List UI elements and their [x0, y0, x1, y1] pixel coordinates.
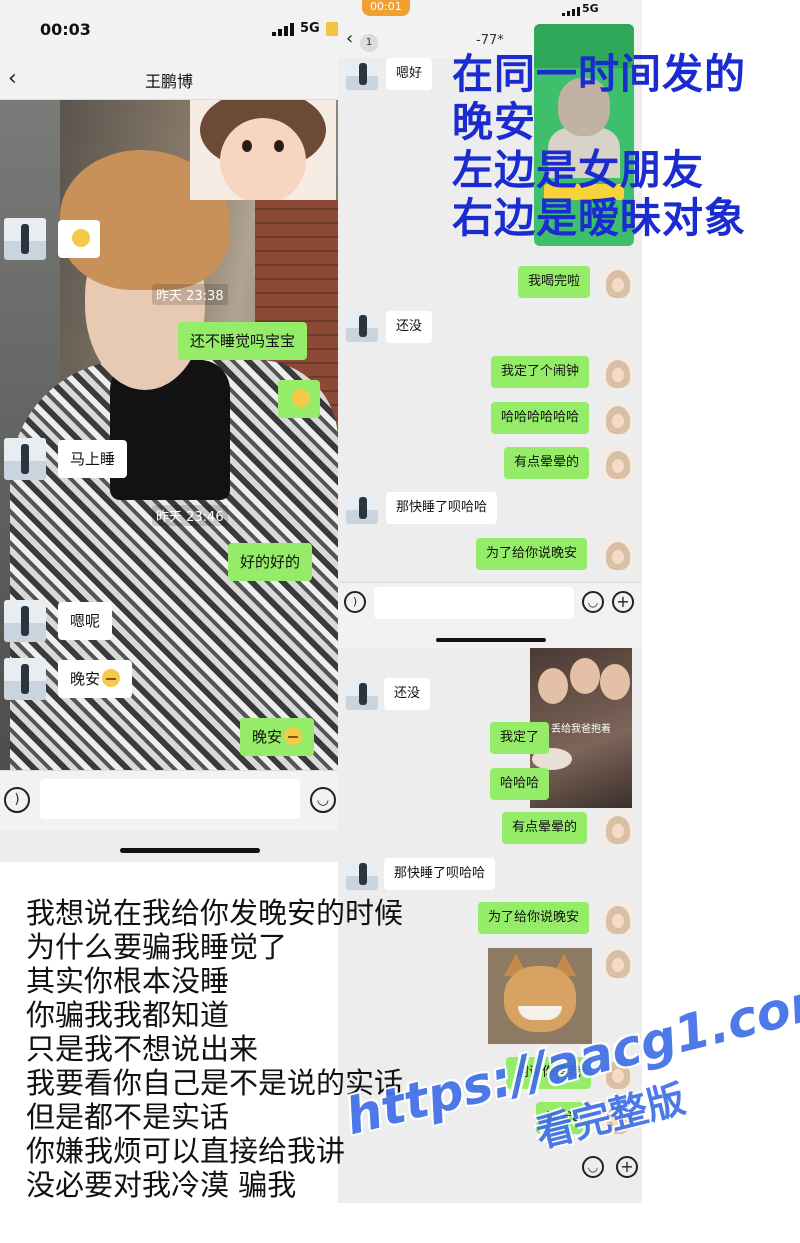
chat-header: ‹ 王鹏博: [0, 58, 338, 100]
user-avatar[interactable]: [602, 538, 634, 570]
message-bubble-sent[interactable]: 有点晕晕的: [504, 447, 590, 479]
network-label: 5G: [300, 21, 320, 36]
more-options-plus-icon[interactable]: +: [612, 591, 634, 613]
sleepy-emoji-icon: [102, 668, 121, 687]
contact-avatar[interactable]: [346, 58, 378, 90]
contact-avatar[interactable]: [4, 218, 46, 260]
contact-avatar[interactable]: [346, 858, 378, 890]
message-bubble-received[interactable]: 还没: [386, 311, 433, 343]
left-chat-screenshot: 00:03 5G ‹ 王鹏博 昨天 23:38 还不睡觉吗宝宝 马上睡 昨天 2…: [0, 0, 338, 862]
message-bubble-sent[interactable]: 还不睡觉吗宝宝: [178, 322, 308, 360]
message-input[interactable]: [374, 587, 574, 619]
chat-title: 王鹏博: [144, 72, 193, 91]
thinking-emoji-icon: [72, 228, 90, 247]
back-chevron-icon[interactable]: ‹: [346, 28, 353, 49]
chat-title: -77*: [476, 33, 504, 48]
voice-input-icon[interactable]: ): [4, 787, 30, 813]
message-bubble-received[interactable]: 马上睡: [58, 440, 128, 478]
signal-icon: [562, 6, 580, 16]
emoji-picker-icon[interactable]: ◡: [582, 591, 604, 613]
user-avatar[interactable]: [602, 447, 634, 479]
contact-avatar[interactable]: [4, 600, 46, 642]
message-timestamp: 昨天 23:46: [152, 505, 228, 526]
chat-input-bar: ) ◡: [0, 770, 338, 830]
status-time: 00:03: [40, 20, 91, 39]
signal-icon: [272, 22, 294, 36]
puppy-emoji-icon: [292, 388, 310, 407]
message-bubble-sent[interactable]: 哈哈哈: [490, 768, 550, 800]
message-input[interactable]: [40, 779, 300, 819]
emoji-picker-icon[interactable]: ◡: [582, 1156, 604, 1178]
contact-avatar[interactable]: [346, 678, 378, 710]
message-bubble-sent[interactable]: 有点晕晕的: [502, 812, 588, 844]
message-bubble-sent[interactable]: [278, 380, 320, 418]
home-indicator: [436, 638, 546, 642]
cat-sticker-image[interactable]: [488, 948, 592, 1044]
home-indicator: [120, 848, 260, 853]
message-bubble-sent[interactable]: 晚安: [240, 718, 315, 756]
message-bubble-received[interactable]: [58, 220, 100, 258]
status-time: 00:01: [362, 0, 410, 16]
message-bubble-sent[interactable]: 好的好的: [228, 543, 313, 581]
video-caption: 丢给我爸抱着: [551, 724, 611, 735]
message-bubble-sent[interactable]: 我定了个闹钟: [491, 356, 590, 388]
voice-input-icon[interactable]: ): [344, 591, 366, 613]
message-timestamp: 昨天 23:38: [152, 284, 228, 305]
commentary-text: 我想说在我给你发晚安的时候 为什么要骗我睡觉了 其实你根本没睡 你骗我我都知道 …: [26, 896, 404, 1202]
message-bubble-sent[interactable]: 我定了: [490, 722, 550, 754]
battery-icon: [326, 22, 338, 36]
chat-background-photo: [0, 100, 338, 770]
sleepy-emoji-icon: [284, 726, 303, 745]
contact-avatar[interactable]: [346, 310, 378, 342]
more-options-plus-icon[interactable]: +: [616, 1156, 638, 1178]
emoji-picker-icon[interactable]: ◡: [310, 787, 336, 813]
user-avatar[interactable]: [602, 902, 634, 934]
message-bubble-received[interactable]: 还没: [384, 678, 431, 710]
contact-avatar[interactable]: [346, 492, 378, 524]
message-bubble-sent[interactable]: 为了给你说晚安: [476, 538, 588, 570]
unread-badge: 1: [360, 34, 378, 52]
message-bubble-sent[interactable]: 我喝完啦: [518, 266, 591, 298]
message-bubble-received[interactable]: 晚安: [58, 660, 133, 698]
message-bubble-received[interactable]: 嗯呢: [58, 602, 113, 640]
contact-avatar[interactable]: [4, 438, 46, 480]
status-bar: 00:03 5G: [0, 0, 338, 58]
message-bubble-sent[interactable]: 哈哈哈哈哈哈: [491, 402, 590, 434]
overlay-caption: 在同一时间发的 晚安 左边是女朋友 右边是暧昧对象: [452, 50, 746, 242]
message-bubble-received[interactable]: 那快睡了呗哈哈: [386, 492, 498, 524]
message-bubble-received[interactable]: 那快睡了呗哈哈: [384, 858, 496, 890]
user-avatar[interactable]: [602, 812, 634, 844]
contact-avatar[interactable]: [4, 658, 46, 700]
user-avatar[interactable]: [602, 946, 634, 978]
user-avatar[interactable]: [602, 356, 634, 388]
user-avatar[interactable]: [602, 266, 634, 298]
message-bubble-received[interactable]: 嗯好: [386, 58, 433, 90]
user-avatar[interactable]: [602, 402, 634, 434]
network-label: 5G: [582, 2, 599, 15]
floating-video-thumbnail[interactable]: [190, 100, 336, 200]
